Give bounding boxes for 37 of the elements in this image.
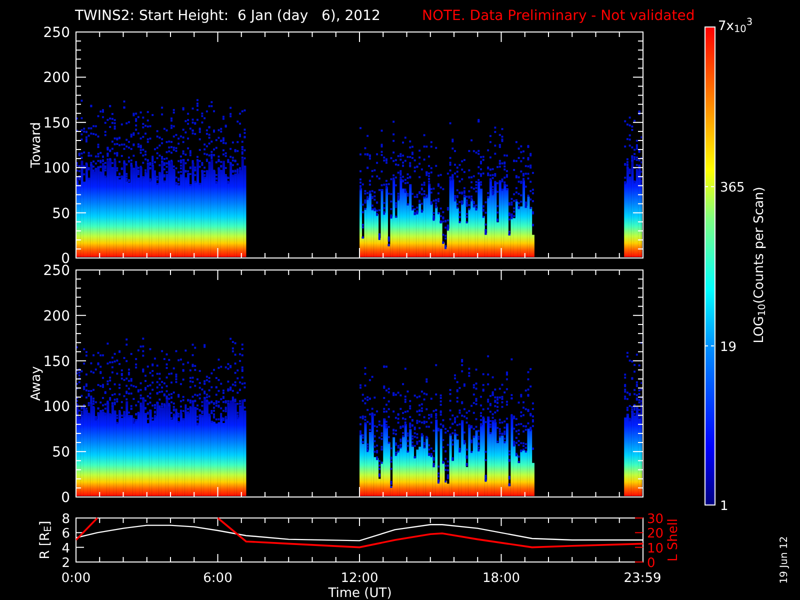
axis-label: Time (UT): [328, 586, 392, 600]
tick-label: 150: [43, 115, 70, 132]
colorbar-tick: [704, 186, 716, 188]
tick-label: 150: [43, 354, 70, 370]
tick-label: 100: [43, 160, 70, 177]
plot-title: TWINS2: Start Height: 6 Jan (day 6), 2012: [75, 8, 380, 24]
tick-label: 2: [62, 556, 70, 571]
tick-label: 100: [43, 399, 70, 416]
colorbar-tick-label: 1: [720, 499, 728, 514]
tick-label: 50: [52, 444, 70, 461]
axis-ticks: [634, 518, 644, 562]
axis-label: Toward: [29, 122, 44, 168]
tick-label: 200: [43, 70, 70, 86]
tick-label: 4: [62, 541, 70, 556]
date-text: 19 Jun 12: [779, 536, 790, 584]
tick-label: 200: [43, 308, 70, 324]
colorbar-tick-label: 19: [720, 340, 737, 355]
axis-label: L Shell: [666, 518, 681, 562]
colorbar-tick: [704, 345, 716, 346]
tick-label: 0: [647, 556, 656, 571]
tick-label: 0:00: [61, 571, 91, 586]
tick-label: 250: [43, 25, 70, 41]
tick-label: 8: [62, 512, 70, 527]
tick-label: 23:59: [624, 571, 662, 586]
tick-label: 6:00: [203, 571, 232, 586]
tick-label: 50: [52, 206, 70, 222]
tick-label: 10: [647, 541, 664, 556]
colorbar-tick-label: 365: [720, 180, 745, 196]
tick-label: 12:00: [340, 571, 378, 586]
tick-label: 30: [647, 512, 664, 527]
tick-label: 250: [43, 263, 70, 279]
tick-label: 6: [62, 526, 70, 542]
warning-note: NOTE. Data Preliminary - Not validated: [422, 8, 695, 24]
tick-label: 18:00: [482, 571, 520, 586]
tick-label: 0: [61, 490, 70, 506]
tick-label: 20: [647, 526, 664, 542]
axis-label: Away: [29, 366, 44, 401]
